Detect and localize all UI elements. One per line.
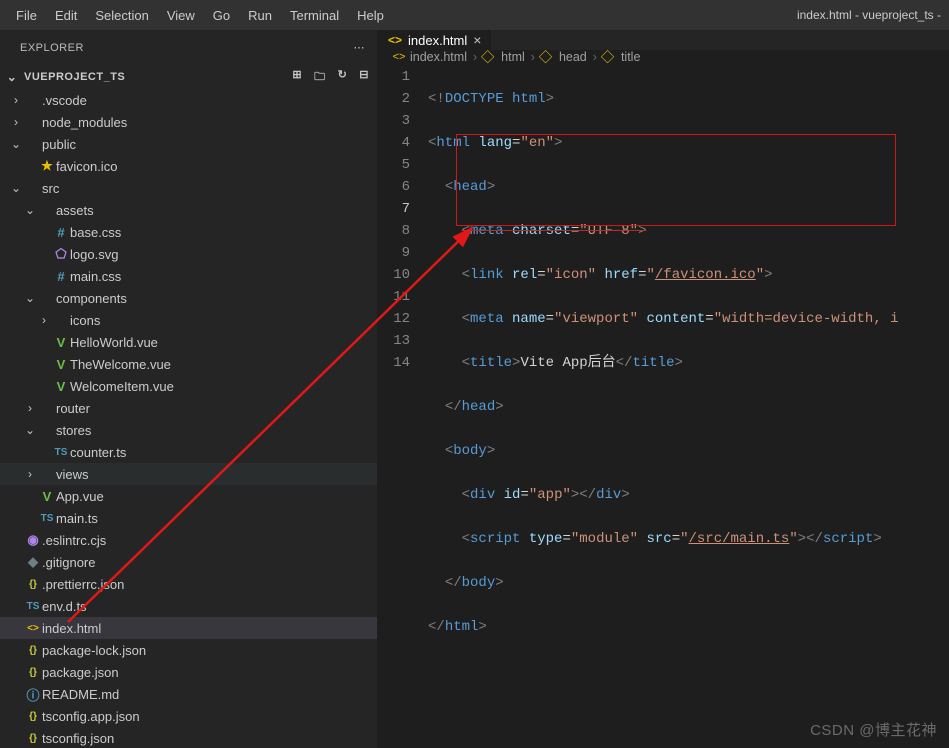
tree-item-App-vue[interactable]: VApp.vue xyxy=(0,485,377,507)
tree-item--gitignore[interactable]: ◆.gitignore xyxy=(0,551,377,573)
breadcrumb-title[interactable]: ⃟title xyxy=(603,50,640,64)
chevron-down-icon[interactable]: ⌄ xyxy=(4,70,20,84)
tree-item--prettierrc-json[interactable]: {}.prettierrc.json xyxy=(0,573,377,595)
new-folder-icon[interactable]: 🗀 xyxy=(314,68,326,87)
tree-item-node-modules[interactable]: ›node_modules xyxy=(0,111,377,133)
tree-item--vscode[interactable]: ›.vscode xyxy=(0,89,377,111)
breadcrumb-index.html[interactable]: <>index.html xyxy=(392,50,467,64)
menu-help[interactable]: Help xyxy=(349,4,392,27)
breadcrumb[interactable]: <>index.html›⃟html›⃟head›⃟title xyxy=(378,50,949,64)
tree-item-assets[interactable]: ⌄assets xyxy=(0,199,377,221)
tree-item-package-lock-json[interactable]: {}package-lock.json xyxy=(0,639,377,661)
tree-item-README-md[interactable]: ⓘREADME.md xyxy=(0,683,377,705)
tab-index-html[interactable]: <> index.html × xyxy=(378,30,492,50)
tree-item-base-css[interactable]: #base.css xyxy=(0,221,377,243)
tree-item-counter-ts[interactable]: TScounter.ts xyxy=(0,441,377,463)
menu-file[interactable]: File xyxy=(8,4,45,27)
close-icon[interactable]: × xyxy=(473,32,481,48)
tree-item-index-html[interactable]: <>index.html xyxy=(0,617,377,639)
tree-item-package-json[interactable]: {}package.json xyxy=(0,661,377,683)
tree-item-favicon-ico[interactable]: ★favicon.ico xyxy=(0,155,377,177)
menu-go[interactable]: Go xyxy=(205,4,238,27)
tree-item-src[interactable]: ⌄src xyxy=(0,177,377,199)
tree-item-WelcomeItem-vue[interactable]: VWelcomeItem.vue xyxy=(0,375,377,397)
menu-view[interactable]: View xyxy=(159,4,203,27)
project-name: VUEPROJECT_TS xyxy=(24,71,125,83)
watermark: CSDN @博主花神 xyxy=(810,719,937,740)
tree-item-logo-svg[interactable]: ⬠logo.svg xyxy=(0,243,377,265)
menubar: FileEditSelectionViewGoRunTerminalHelp i… xyxy=(0,0,949,30)
tree-item-tsconfig-app-json[interactable]: {}tsconfig.app.json xyxy=(0,705,377,727)
more-icon[interactable]: ⋯ xyxy=(354,41,366,54)
tree-item-router[interactable]: ›router xyxy=(0,397,377,419)
breadcrumb-html[interactable]: ⃟html xyxy=(483,50,525,64)
menu-run[interactable]: Run xyxy=(240,4,280,27)
html-file-icon: <> xyxy=(388,33,402,47)
explorer-title: EXPLORER xyxy=(20,42,84,54)
tree-item-env-d-ts[interactable]: TSenv.d.ts xyxy=(0,595,377,617)
new-file-icon[interactable]: ⊞ xyxy=(292,68,302,87)
tree-item-public[interactable]: ⌄public xyxy=(0,133,377,155)
tree-item-TheWelcome-vue[interactable]: VTheWelcome.vue xyxy=(0,353,377,375)
collapse-icon[interactable]: ⊟ xyxy=(359,68,369,87)
menu-selection[interactable]: Selection xyxy=(87,4,156,27)
tree-item-components[interactable]: ⌄components xyxy=(0,287,377,309)
tree-item-icons[interactable]: ›icons xyxy=(0,309,377,331)
breadcrumb-head[interactable]: ⃟head xyxy=(541,50,587,64)
tree-item-stores[interactable]: ⌄stores xyxy=(0,419,377,441)
refresh-icon[interactable]: ↻ xyxy=(338,68,348,87)
file-tree: ›.vscode›node_modules⌄public★favicon.ico… xyxy=(0,89,377,748)
tree-item-views[interactable]: ›views xyxy=(0,463,377,485)
code-editor[interactable]: 1234567891011121314 <!DOCTYPE html> <htm… xyxy=(378,64,949,748)
editor-panel: <> index.html × <>index.html›⃟html›⃟head… xyxy=(378,30,949,748)
tab-label: index.html xyxy=(408,33,467,48)
explorer-sidebar: EXPLORER ⋯ ⌄ VUEPROJECT_TS ⊞ 🗀 ↻ ⊟ ›.vsc… xyxy=(0,30,378,748)
tree-item-main-css[interactable]: #main.css xyxy=(0,265,377,287)
tree-item-tsconfig-json[interactable]: {}tsconfig.json xyxy=(0,727,377,748)
editor-tabs: <> index.html × xyxy=(378,30,949,50)
window-title: index.html - vueproject_ts - xyxy=(797,8,941,22)
menu-terminal[interactable]: Terminal xyxy=(282,4,347,27)
menu-edit[interactable]: Edit xyxy=(47,4,85,27)
tree-item--eslintrc-cjs[interactable]: ◉.eslintrc.cjs xyxy=(0,529,377,551)
tree-item-HelloWorld-vue[interactable]: VHelloWorld.vue xyxy=(0,331,377,353)
tree-item-main-ts[interactable]: TSmain.ts xyxy=(0,507,377,529)
